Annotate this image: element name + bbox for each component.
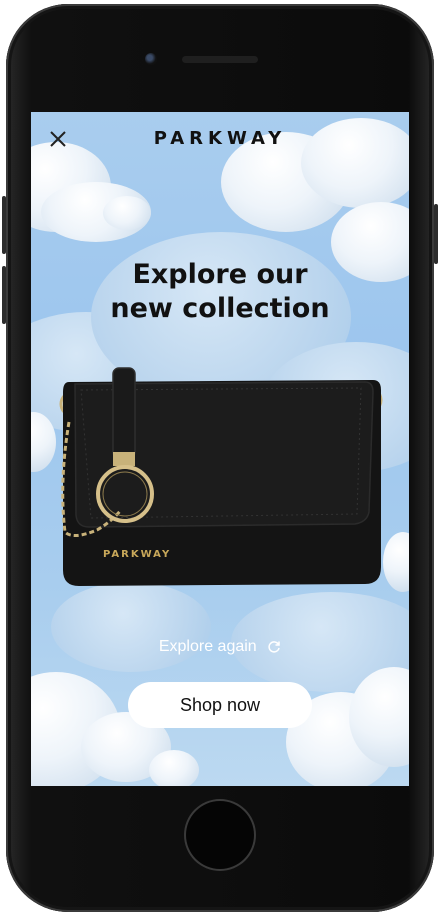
earpiece-speaker <box>182 56 258 63</box>
power-button <box>434 204 438 264</box>
volume-up-button <box>2 196 6 254</box>
explore-again-link[interactable]: Explore again <box>31 638 409 656</box>
cloud <box>103 196 151 230</box>
ad-screen: PARKWAY Explore our new collection PARKW… <box>31 112 409 786</box>
cloud <box>149 750 199 786</box>
headline-line-2: new collection <box>110 293 330 324</box>
refresh-icon <box>268 640 280 653</box>
product-image[interactable]: PARKWAY <box>51 362 391 602</box>
brand-logo: PARKWAY <box>153 128 287 149</box>
bag-logo: PARKWAY <box>103 549 171 560</box>
home-button[interactable] <box>186 801 254 869</box>
volume-down-button <box>2 266 6 324</box>
explore-again-label: Explore again <box>158 638 257 655</box>
shop-now-button[interactable]: Shop now <box>128 682 312 728</box>
bag-strap <box>112 367 136 459</box>
headline: Explore our new collection <box>31 258 409 326</box>
headline-line-1: Explore our <box>132 259 308 290</box>
front-camera <box>145 53 157 65</box>
